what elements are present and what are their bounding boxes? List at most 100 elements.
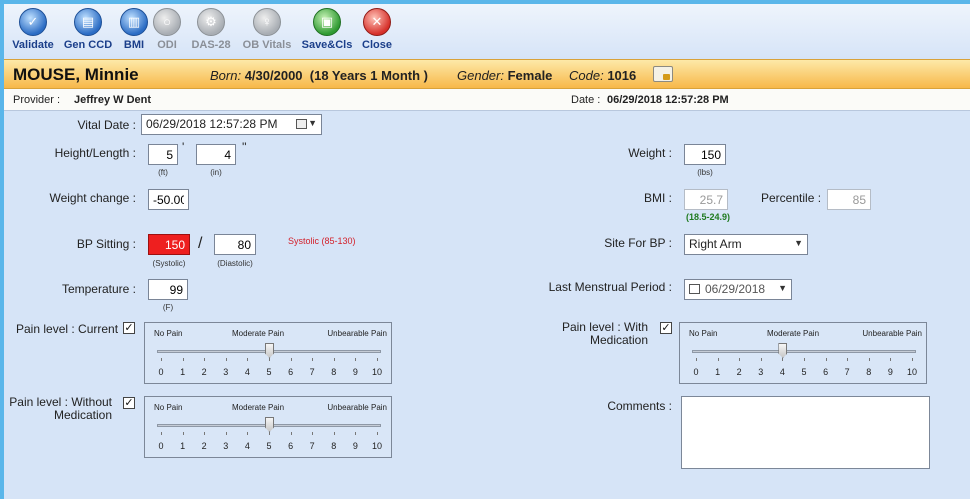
slider-thumb[interactable] — [778, 343, 788, 358]
vital-date-label: Vital Date : — [77, 118, 136, 132]
scale-number: 6 — [288, 441, 294, 451]
slider-tick — [312, 358, 314, 361]
height-inches-input[interactable] — [196, 144, 236, 165]
slider-tick — [804, 358, 805, 361]
scale-number: 7 — [309, 367, 315, 377]
scale-number: 7 — [309, 441, 315, 451]
close-button[interactable]: ✕ Close — [360, 8, 394, 51]
bmi-button[interactable]: ▥ BMI — [119, 8, 149, 51]
weight-change-input[interactable] — [148, 189, 189, 210]
born-value: 4/30/2000 (18 Years 1 Month ) — [244, 68, 429, 83]
lock-icon[interactable] — [653, 66, 673, 82]
pain-current-checkbox[interactable]: ✓ — [123, 322, 135, 334]
slider-tick — [161, 432, 162, 435]
date-value: 06/29/2018 12:57:28 PM — [607, 94, 729, 106]
percentile-value — [827, 189, 871, 210]
pain-without-med-checkbox[interactable]: ✓ — [123, 397, 135, 409]
site-for-bp-select[interactable]: Right Arm ▼ — [684, 234, 808, 255]
pain-with-med-checkbox[interactable]: ✓ — [660, 322, 672, 334]
checkbox-icon[interactable] — [689, 284, 700, 294]
no-pain-label: No Pain — [154, 403, 183, 412]
validate-icon: ✓ — [19, 8, 47, 36]
scale-number: 3 — [223, 441, 229, 451]
gen-ccd-button[interactable]: ▤ Gen CCD — [62, 8, 114, 51]
moderate-pain-label: Moderate Pain — [767, 329, 820, 338]
bmi-field-label: BMI : — [643, 191, 672, 205]
comments-textarea[interactable] — [681, 396, 930, 469]
scale-number: 9 — [352, 367, 358, 377]
unbearable-pain-label: Unbearable Pain — [327, 329, 387, 338]
weight-unit: (lbs) — [697, 168, 713, 177]
comments-label: Comments : — [607, 399, 672, 413]
slider-tick — [912, 358, 913, 361]
pain-without-med-label-2: Medication — [53, 408, 112, 422]
bp-sitting-label: BP Sitting : — [76, 237, 136, 251]
vitals-window: ✓ Validate ▤ Gen CCD ▥ BMI ○ ODI ⚙ DAS-2… — [4, 4, 970, 499]
last-menstrual-label: Last Menstrual Period : — [548, 280, 672, 294]
vital-date-picker[interactable]: 06/29/2018 12:57:28 PM ▼ — [141, 114, 322, 135]
no-pain-label: No Pain — [689, 329, 718, 338]
slider-tick — [269, 432, 270, 435]
diastolic-input[interactable] — [214, 234, 256, 255]
scale-number: 6 — [823, 367, 829, 377]
bmi-label: BMI — [123, 39, 145, 51]
toolbar: ✓ Validate ▤ Gen CCD ▥ BMI ○ ODI ⚙ DAS-2… — [4, 4, 970, 59]
scale-number: 4 — [779, 367, 785, 377]
slider-tick — [377, 432, 378, 435]
slider-tick — [355, 432, 357, 435]
slider-tick — [182, 432, 184, 435]
unbearable-pain-label: Unbearable Pain — [862, 329, 922, 338]
scale-number: 9 — [352, 441, 358, 451]
scale-number: 8 — [331, 441, 337, 451]
pain-without-med-slider[interactable]: No Pain Moderate Pain Unbearable Pain 0 1 2 3 4… — [144, 396, 392, 458]
scale-number: 1 — [715, 367, 721, 377]
inch-unit: (in) — [210, 168, 222, 177]
scale-number: 10 — [906, 367, 917, 377]
slider-tick — [204, 432, 206, 435]
bmi-value — [684, 189, 728, 210]
bp-separator: / — [198, 235, 203, 252]
scale-number: 2 — [201, 367, 207, 377]
scale-number: 4 — [244, 367, 250, 377]
das28-icon: ⚙ — [197, 8, 225, 36]
no-pain-label: No Pain — [154, 329, 183, 338]
das28-button[interactable]: ⚙ DAS-28 — [186, 8, 236, 51]
slider-tick — [290, 432, 292, 435]
pain-without-med-label-1: Pain level : Without — [9, 395, 112, 409]
patient-header: MOUSE, Minnie Born: 4/30/2000 (18 Years … — [4, 59, 970, 89]
provider-label: Provider : — [13, 94, 61, 106]
slider-tick — [825, 358, 827, 361]
code-value: 1016 — [607, 68, 637, 83]
scale-number: 10 — [371, 367, 382, 377]
ob-vitals-label: OB Vitals — [242, 39, 292, 51]
scale-number: 0 — [158, 441, 164, 451]
temperature-input[interactable] — [148, 279, 188, 300]
slider-tick — [739, 358, 741, 361]
systolic-input[interactable] — [148, 234, 190, 255]
slider-thumb[interactable] — [265, 343, 274, 358]
odi-button[interactable]: ○ ODI — [152, 8, 182, 51]
diastolic-unit: (Diastolic) — [217, 259, 253, 268]
site-for-bp-value: Right Arm — [689, 237, 742, 251]
slider-thumb[interactable] — [265, 417, 274, 432]
systolic-unit: (Systolic) — [152, 259, 186, 268]
scale-number: 6 — [288, 367, 294, 377]
scale-number: 0 — [158, 367, 164, 377]
validate-button[interactable]: ✓ Validate — [9, 8, 57, 51]
gender-info: Gender: Female — [457, 68, 552, 83]
slider-tick — [182, 358, 184, 361]
ob-vitals-button[interactable]: ♀ OB Vitals — [240, 8, 294, 51]
born-label: Born: — [210, 68, 242, 83]
slider-track — [692, 350, 916, 353]
scale-number: 10 — [371, 441, 382, 451]
last-menstrual-picker[interactable]: 06/29/2018 ▼ — [684, 279, 792, 300]
slider-tick — [717, 358, 719, 361]
height-feet-input[interactable] — [148, 144, 178, 165]
bmi-icon: ▥ — [120, 8, 148, 36]
pain-current-slider[interactable]: No Pain Moderate Pain Unbearable Pain 0 1 2 3 4… — [144, 322, 392, 384]
pain-with-med-slider[interactable]: No Pain Moderate Pain Unbearable Pain 0 1 2 3 4… — [679, 322, 927, 384]
save-close-button[interactable]: ▣ Save&Cls — [300, 8, 354, 51]
slider-tick — [269, 358, 270, 361]
chevron-down-icon: ▼ — [308, 118, 317, 128]
weight-input[interactable] — [684, 144, 726, 165]
